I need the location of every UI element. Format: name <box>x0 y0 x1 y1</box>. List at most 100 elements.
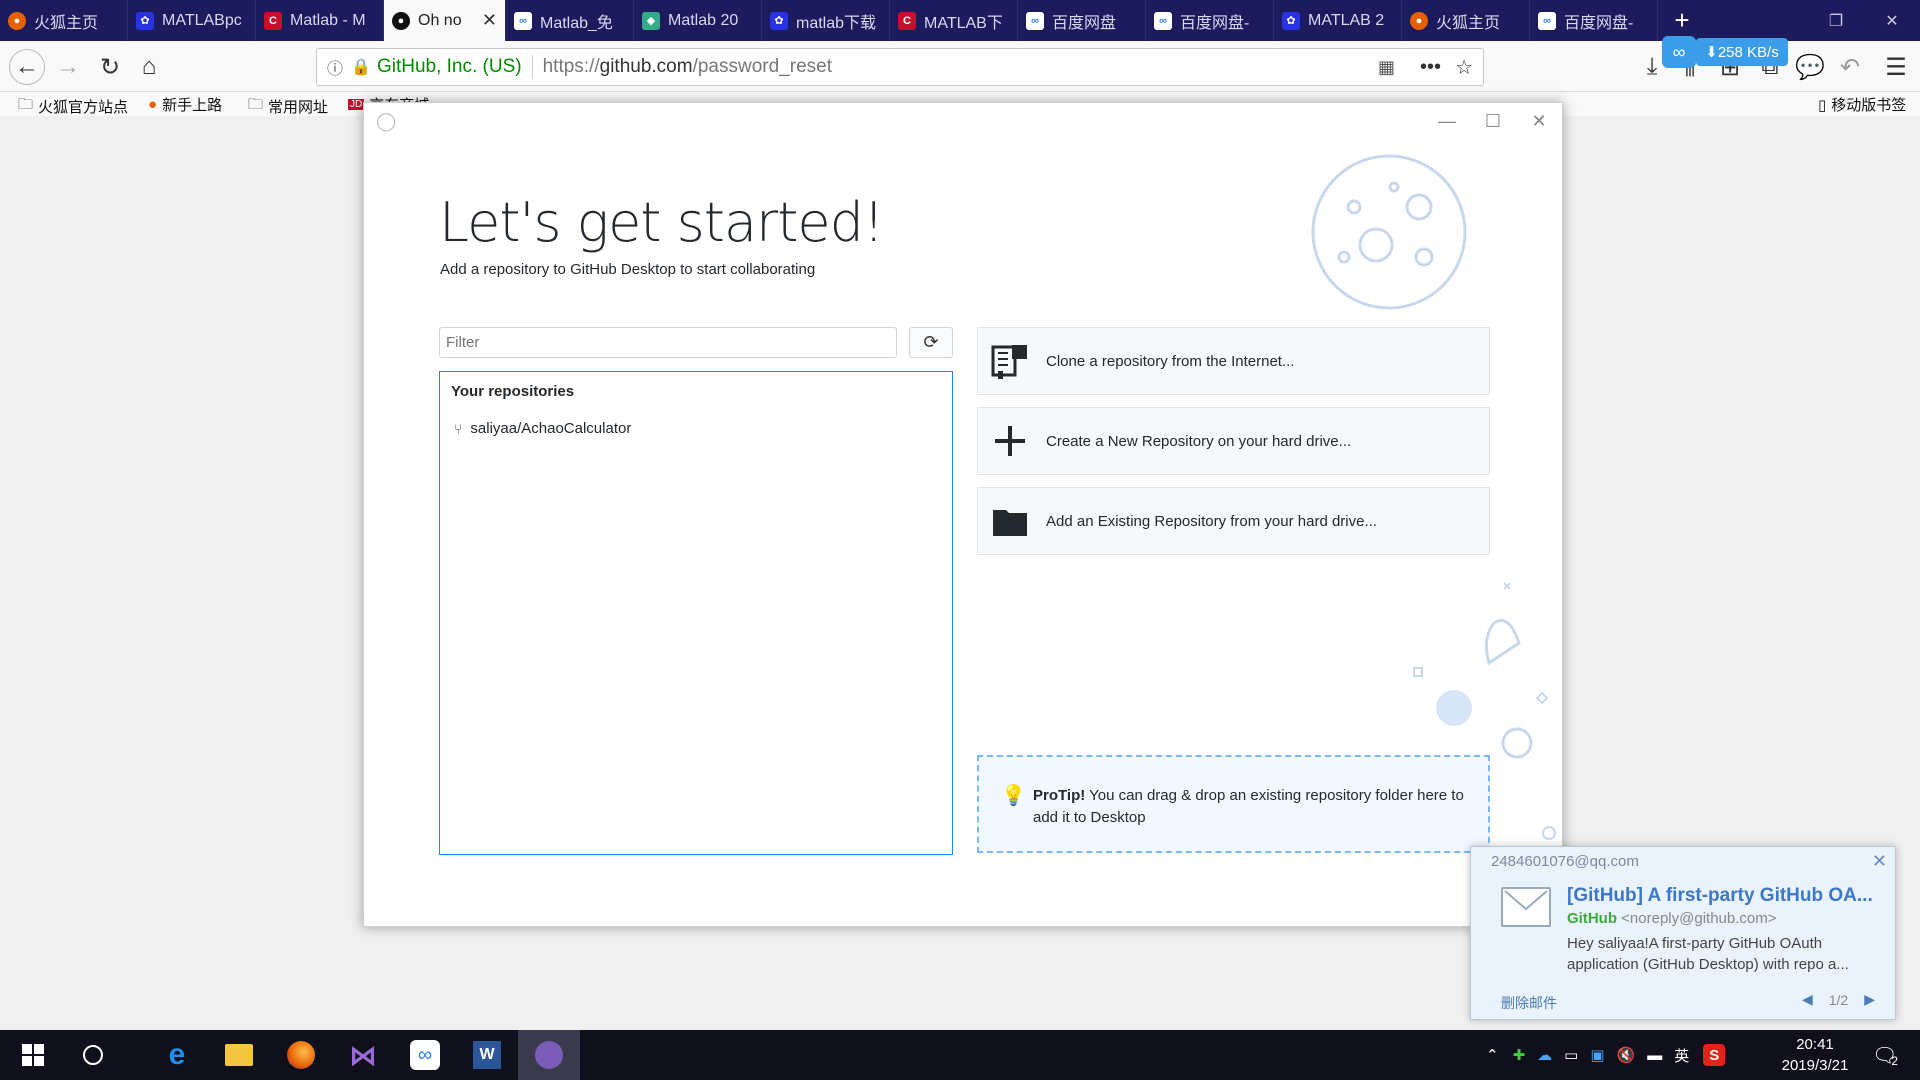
bookmark-item[interactable]: ● 新手上路 <box>148 94 222 115</box>
repository-list-header: Your repositories <box>451 383 575 400</box>
new-tab-button[interactable]: + <box>1658 0 1706 41</box>
input-method-indicator[interactable]: 英 <box>1674 1045 1689 1066</box>
minimize-icon[interactable]: — <box>1424 105 1470 137</box>
info-icon[interactable]: ⓘ <box>327 55 343 79</box>
system-clock[interactable]: 20:41 2019/3/21 <box>1770 1034 1860 1076</box>
download-speed-badge: ⬇ 258 KB/s <box>1696 38 1788 66</box>
menu-button[interactable]: ☰ <box>1878 49 1914 85</box>
url-prefix: https:// <box>542 56 600 77</box>
bookmark-item[interactable]: 🗀 常用网址 <box>248 94 328 119</box>
network-tool-icon[interactable]: ✚ <box>1513 1046 1526 1064</box>
bookmark-label: 常用网址 <box>268 99 329 116</box>
tab-12[interactable]: ∞ 百度网盘- <box>1530 0 1658 41</box>
tab-8[interactable]: ∞ 百度网盘 <box>1018 0 1146 41</box>
volume-muted-icon[interactable]: 🔇 <box>1617 1046 1636 1064</box>
tab-7[interactable]: C MATLAB下 <box>890 0 1018 41</box>
baidu-paw-icon: ✿ <box>770 11 788 30</box>
delete-mail-link[interactable]: 删除邮件 <box>1501 993 1557 1013</box>
baidu-cloud-icon: ∞ <box>1154 11 1172 30</box>
mail-notification[interactable]: 2484601076@qq.com ✕ [GitHub] A first-par… <box>1470 846 1896 1020</box>
page-actions-icon[interactable]: ••• <box>1420 56 1441 79</box>
bookmark-label: 移动版书签 <box>1831 97 1907 114</box>
previous-arrow-icon[interactable]: ◀ <box>1802 991 1813 1008</box>
taskbar-edge[interactable]: e <box>146 1030 208 1080</box>
clone-repository-button[interactable]: Clone a repository from the Internet... <box>977 327 1490 395</box>
reload-button[interactable]: ↻ <box>92 49 128 85</box>
repository-filter-input[interactable] <box>439 327 897 358</box>
search-button[interactable] <box>62 1030 124 1080</box>
tab-6[interactable]: ✿ matlab下载 <box>762 0 890 41</box>
show-hidden-icons[interactable]: ⌃ <box>1486 1046 1499 1064</box>
back-button[interactable]: ← <box>9 49 45 85</box>
tab-5[interactable]: ◆ Matlab 20 <box>634 0 762 41</box>
action-center-button[interactable]: 🗨 2 <box>1872 1030 1898 1080</box>
folder-icon: 🗀 <box>18 96 34 113</box>
close-icon[interactable]: ✕ <box>1872 851 1887 872</box>
down-arrow-icon: ⬇ <box>1705 44 1718 61</box>
moon-illustration-icon <box>1311 154 1467 310</box>
undo-button[interactable]: ↶ <box>1832 49 1868 85</box>
sender-email: <noreply@github.com> <box>1621 910 1777 927</box>
notification-subject[interactable]: [GitHub] A first-party GitHub OA... <box>1567 885 1887 907</box>
cortana-circle-icon <box>83 1045 103 1065</box>
close-window-icon[interactable]: ✕ <box>1864 0 1920 41</box>
tab-4[interactable]: ∞ Matlab_免 <box>506 0 634 41</box>
protip-drop-zone[interactable]: 💡 ProTip! You can drag & drop an existin… <box>977 755 1490 853</box>
tab-1[interactable]: ✿ MATLABpc <box>128 0 256 41</box>
notification-pager: ◀ 1/2 ▶ <box>1802 991 1875 1008</box>
baidu-cloud-icon: ∞ <box>410 1040 440 1070</box>
navigation-bar: ← → ↻ ⌂ ⓘ 🔒 GitHub, Inc. (US) https://gi… <box>0 41 1920 92</box>
repository-item[interactable]: ⑂ saliyaa/AchaoCalculator <box>454 420 631 437</box>
repository-name: saliyaa/AchaoCalculator <box>470 420 632 437</box>
maximize-icon[interactable]: ☐ <box>1470 105 1516 137</box>
refresh-repositories-button[interactable]: ⟳ <box>909 327 953 358</box>
taskbar-explorer[interactable] <box>208 1030 270 1080</box>
tab-11[interactable]: ● 火狐主页 <box>1402 0 1530 41</box>
csdn-icon: C <box>264 11 282 30</box>
tab-3[interactable]: ● Oh no ✕ <box>384 0 506 41</box>
next-arrow-icon[interactable]: ▶ <box>1864 991 1875 1008</box>
close-tab-icon[interactable]: ✕ <box>482 10 497 31</box>
create-repository-label: Create a New Repository on your hard dri… <box>1046 432 1352 450</box>
tab-0[interactable]: ● 火狐主页 <box>0 0 128 41</box>
baidu-cloud-badge-icon[interactable]: ∞ <box>1662 36 1696 68</box>
lock-icon: 🔒 <box>351 59 371 76</box>
start-button[interactable] <box>2 1030 64 1080</box>
create-repository-button[interactable]: Create a New Repository on your hard dri… <box>977 407 1490 475</box>
cloud-sync-icon[interactable]: ☁ <box>1537 1046 1552 1064</box>
url-separator <box>531 55 533 79</box>
bookmark-star-icon[interactable]: ☆ <box>1455 55 1473 80</box>
page-subtitle: Add a repository to GitHub Desktop to st… <box>440 261 816 278</box>
firefox-icon: ● <box>1410 11 1428 30</box>
tab-9[interactable]: ∞ 百度网盘- <box>1146 0 1274 41</box>
close-icon[interactable]: ✕ <box>1516 105 1562 137</box>
home-button[interactable]: ⌂ <box>131 49 167 85</box>
add-existing-repository-button[interactable]: Add an Existing Repository from your har… <box>977 487 1490 555</box>
forward-button[interactable]: → <box>50 49 86 85</box>
mobile-bookmarks[interactable]: ▯ 移动版书签 <box>1818 94 1906 115</box>
taskbar-baidu-netdisk[interactable]: ∞ <box>394 1030 456 1080</box>
file-explorer-icon <box>225 1044 253 1066</box>
chat-button[interactable]: 💬 <box>1792 49 1828 85</box>
battery-icon[interactable]: ▬ <box>1647 1047 1662 1064</box>
protip-label: ProTip! <box>1033 787 1086 804</box>
restore-window-icon[interactable]: ❐ <box>1808 0 1864 41</box>
sender-name: GitHub <box>1567 910 1617 927</box>
taskbar-visual-studio[interactable]: ⋈ <box>332 1030 394 1080</box>
download-speed: 258 KB/s <box>1717 43 1779 61</box>
taskbar-word[interactable]: W <box>456 1030 518 1080</box>
clock-date: 2019/3/21 <box>1781 1057 1849 1074</box>
bookmark-item[interactable]: 🗀 火狐官方站点 <box>18 94 128 119</box>
taskbar-github-desktop[interactable] <box>518 1030 580 1080</box>
phone-icon: ▯ <box>1818 96 1827 114</box>
sogou-input-icon[interactable]: S <box>1703 1044 1726 1066</box>
tab-10[interactable]: ✿ MATLAB 2 <box>1274 0 1402 41</box>
tab-2[interactable]: C Matlab - M <box>256 0 384 41</box>
url-bar[interactable]: ⓘ 🔒 GitHub, Inc. (US) https://github.com… <box>316 48 1484 86</box>
github-icon: ● <box>392 11 410 30</box>
repository-list: Your repositories ⑂ saliyaa/AchaoCalcula… <box>439 371 953 855</box>
display-icon[interactable]: ▭ <box>1564 1046 1578 1064</box>
security-icon[interactable]: ▣ <box>1590 1046 1604 1064</box>
taskbar-firefox[interactable] <box>270 1030 332 1080</box>
qr-code-icon[interactable]: ▦ <box>1378 57 1395 78</box>
